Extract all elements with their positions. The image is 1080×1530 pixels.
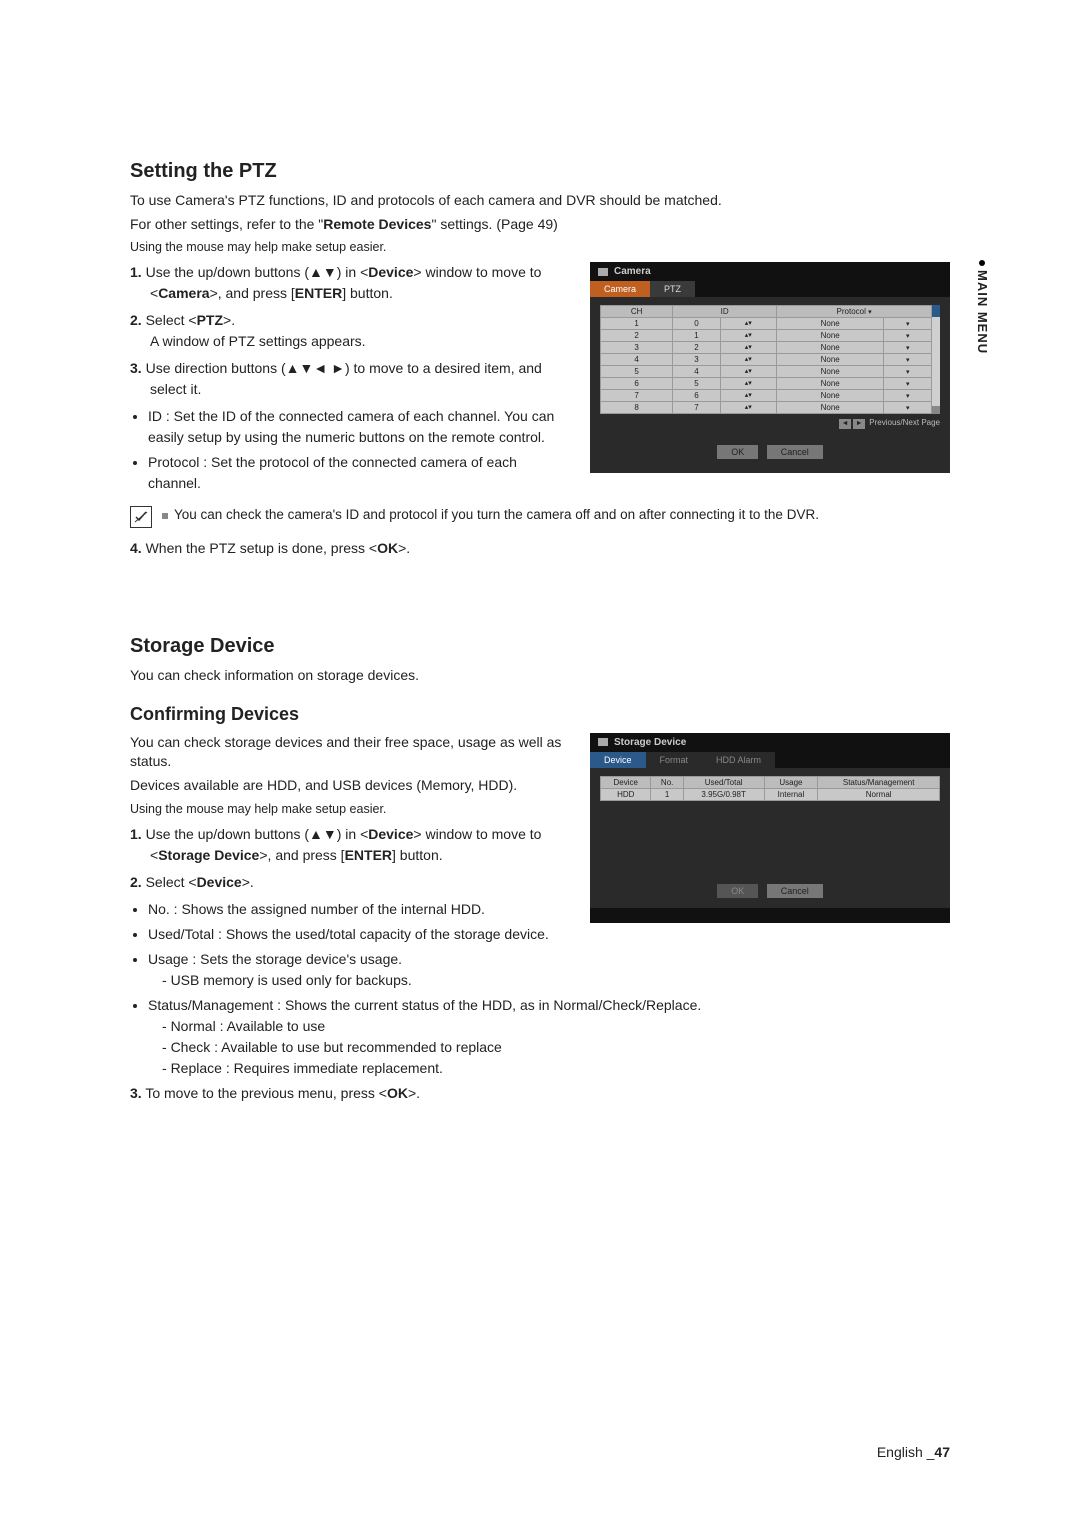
ok-button[interactable]: OK	[717, 445, 758, 459]
tab-format[interactable]: Format	[646, 752, 703, 768]
bullet-no: No. : Shows the assigned number of the i…	[148, 899, 572, 920]
storage-steps: 1. Use the up/down buttons (▲▼) in <Devi…	[130, 824, 572, 893]
table-row: 54▴▾None▾	[601, 366, 932, 378]
col-status: Status/Management	[818, 776, 940, 788]
bullet-status: Status/Management : Shows the current st…	[148, 995, 950, 1079]
tab-device[interactable]: Device	[590, 752, 646, 768]
table-row: HDD 1 3.95G/0.98T Internal Normal	[601, 788, 940, 800]
col-protocol: Protocol ▾	[777, 306, 932, 318]
dash-normal: Normal : Available to use	[162, 1016, 950, 1037]
storage-bullets-top: No. : Shows the assigned number of the i…	[130, 899, 572, 945]
dvr-storage-titlebar: Storage Device	[590, 733, 950, 752]
table-row: 87▴▾None▾	[601, 402, 932, 414]
tab-hdd-alarm[interactable]: HDD Alarm	[702, 752, 775, 768]
heading-setting-ptz: Setting the PTZ	[130, 160, 950, 183]
pager[interactable]: ◄► Previous/Next Page	[600, 418, 940, 429]
ptz-step-1: 1. Use the up/down buttons (▲▼) in <Devi…	[130, 262, 572, 304]
manual-page: MAIN MENU Setting the PTZ To use Camera'…	[0, 0, 1080, 1530]
storage-bullets-bottom: Usage : Sets the storage device's usage.…	[130, 949, 950, 1079]
col-usage: Usage	[764, 776, 818, 788]
storage-p1: You can check storage devices and their …	[130, 733, 572, 772]
ptz-note: You can check the camera's ID and protoc…	[130, 506, 950, 528]
ptz-step-4: 4. When the PTZ setup is done, press <OK…	[130, 538, 950, 559]
footer-page-number: 47	[934, 1444, 950, 1460]
col-used-total: Used/Total	[683, 776, 764, 788]
bullet-usage: Usage : Sets the storage device's usage.…	[148, 949, 950, 991]
cancel-button[interactable]: Cancel	[767, 445, 823, 459]
table-row: 32▴▾None▾	[601, 342, 932, 354]
storage-mouse-tip: Using the mouse may help make setup easi…	[130, 802, 572, 816]
storage-intro: You can check information on storage dev…	[130, 666, 950, 686]
dvr-ptz-titlebar: Camera	[590, 262, 950, 281]
square-bullet-icon	[162, 513, 168, 519]
ptz-step-2: 2. Select <PTZ>. A window of PTZ setting…	[130, 310, 572, 352]
cancel-button[interactable]: Cancel	[767, 884, 823, 898]
dash-check: Check : Available to use but recommended…	[162, 1037, 950, 1058]
heading-confirming-devices: Confirming Devices	[130, 704, 950, 725]
storage-step-3: 3. To move to the previous menu, press <…	[130, 1083, 950, 1104]
scrollbar[interactable]	[932, 305, 940, 414]
col-device: Device	[601, 776, 651, 788]
heading-storage-device: Storage Device	[130, 635, 950, 658]
camera-icon	[598, 268, 608, 276]
ptz-intro-1: To use Camera's PTZ functions, ID and pr…	[130, 191, 950, 211]
tab-ptz[interactable]: PTZ	[650, 281, 695, 297]
table-row: 76▴▾None▾	[601, 390, 932, 402]
tab-camera[interactable]: Camera	[590, 281, 650, 297]
col-id: ID	[673, 306, 777, 318]
page-footer: English _47	[877, 1444, 950, 1460]
ptz-step-3: 3. Use direction buttons (▲▼◄ ►) to move…	[130, 358, 572, 400]
dash-replace: Replace : Requires immediate replacement…	[162, 1058, 950, 1079]
table-row: 43▴▾None▾	[601, 354, 932, 366]
ptz-bullet-id: ID : Set the ID of the connected camera …	[148, 406, 572, 448]
ptz-steps: 1. Use the up/down buttons (▲▼) in <Devi…	[130, 262, 572, 400]
dvr-screenshot-ptz: Camera Camera PTZ CH ID Protocol ▾ 10▴▾N…	[590, 262, 950, 462]
note-icon	[130, 506, 152, 528]
ptz-table: CH ID Protocol ▾ 10▴▾None▾ 21▴▾None▾ 32▴…	[600, 305, 932, 414]
ptz-mouse-tip: Using the mouse may help make setup easi…	[130, 240, 950, 254]
storage-table: Device No. Used/Total Usage Status/Manag…	[600, 776, 940, 801]
table-row: 10▴▾None▾	[601, 318, 932, 330]
storage-p2: Devices available are HDD, and USB devic…	[130, 776, 572, 796]
ptz-bullet-protocol: Protocol : Set the protocol of the conne…	[148, 452, 572, 494]
footer-lang: English _	[877, 1444, 935, 1460]
table-row: 21▴▾None▾	[601, 330, 932, 342]
ptz-intro-2: For other settings, refer to the "Remote…	[130, 215, 950, 235]
ptz-bullets: ID : Set the ID of the connected camera …	[130, 406, 572, 494]
side-tab: MAIN MENU	[975, 260, 990, 354]
dash-usb: USB memory is used only for backups.	[162, 970, 950, 991]
side-tab-label: MAIN MENU	[975, 270, 990, 354]
storage-step-1: 1. Use the up/down buttons (▲▼) in <Devi…	[130, 824, 572, 866]
col-ch: CH	[601, 306, 673, 318]
bullet-icon	[979, 260, 985, 266]
col-no: No.	[651, 776, 683, 788]
dvr-screenshot-storage: Storage Device Device Format HDD Alarm D…	[590, 733, 950, 923]
table-row: 65▴▾None▾	[601, 378, 932, 390]
storage-icon	[598, 738, 608, 746]
bullet-used-total: Used/Total : Shows the used/total capaci…	[148, 924, 572, 945]
storage-step-2: 2. Select <Device>.	[130, 872, 572, 893]
ok-button[interactable]: OK	[717, 884, 758, 898]
